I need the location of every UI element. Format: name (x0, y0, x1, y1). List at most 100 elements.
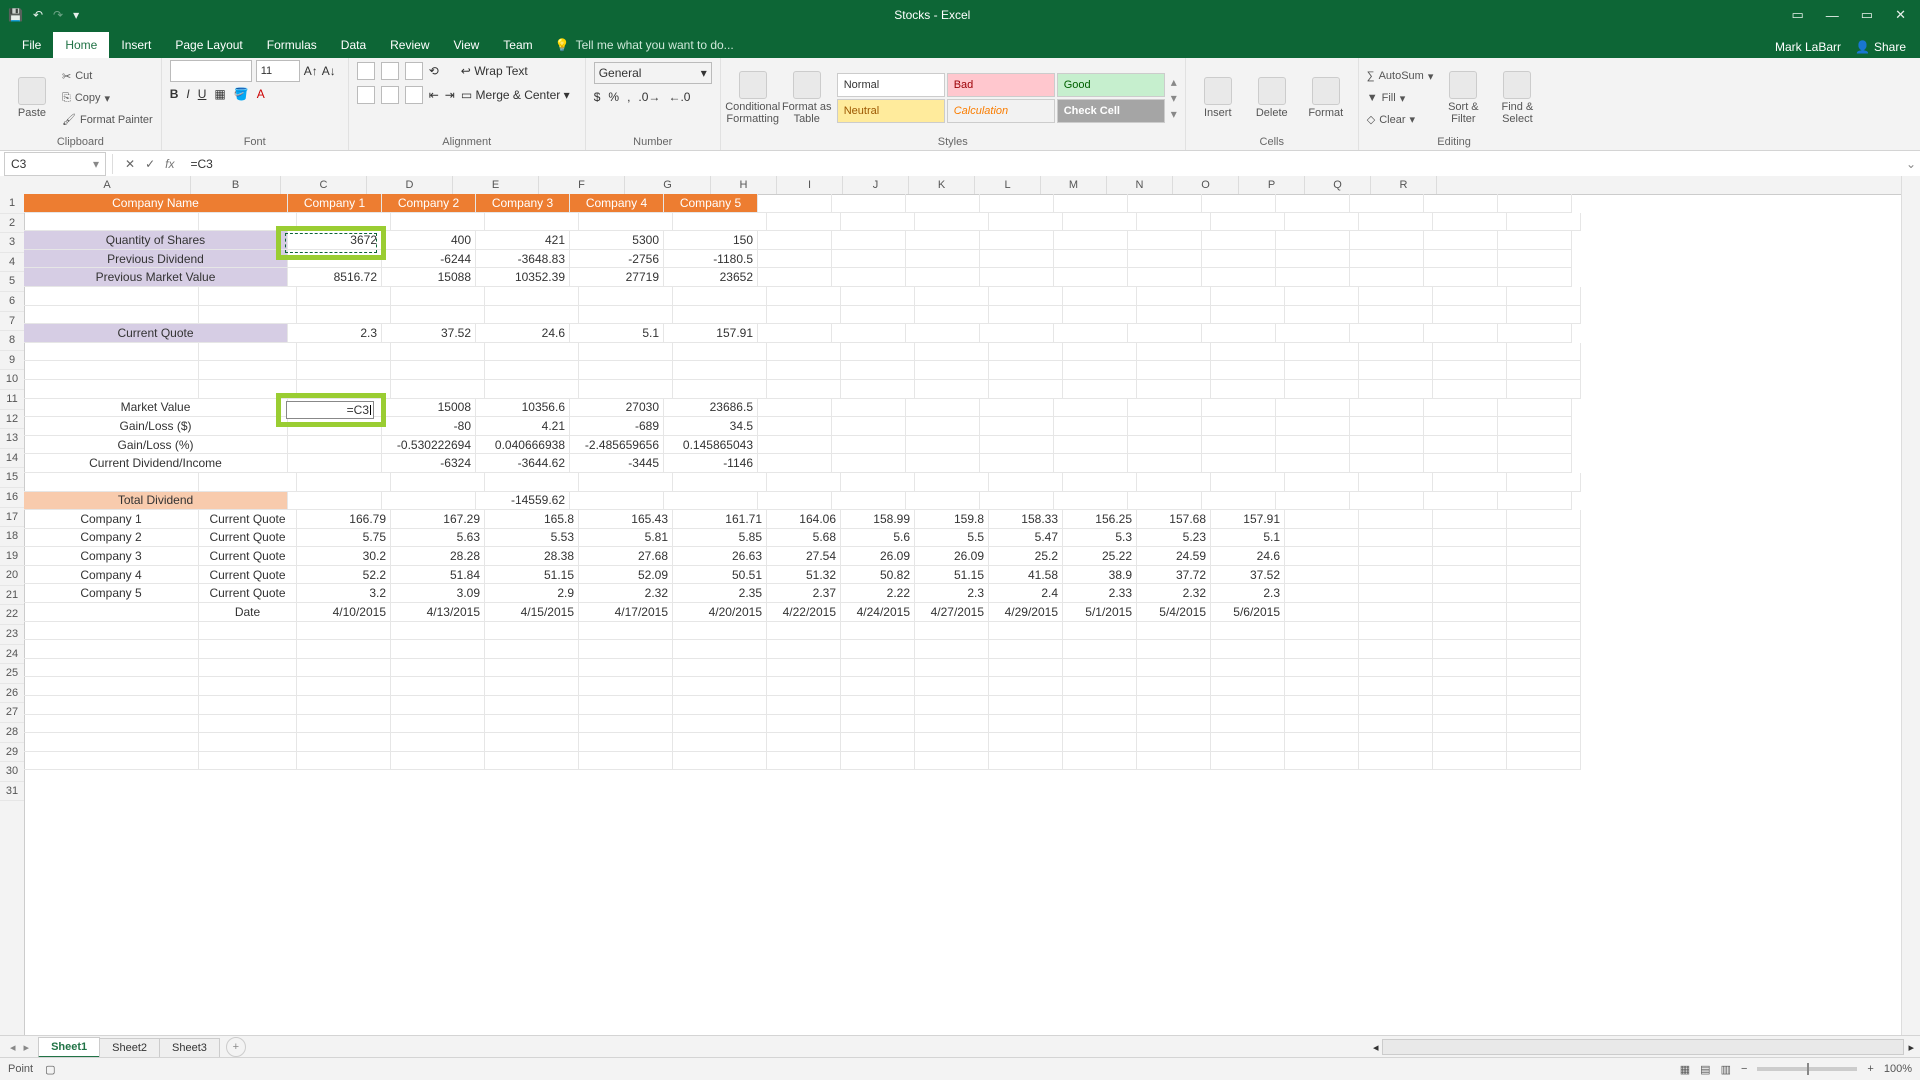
row-header-19[interactable]: 19 (0, 547, 24, 567)
cell-M9[interactable] (1137, 343, 1211, 362)
cell-A24[interactable] (24, 622, 199, 641)
cell-G29[interactable] (673, 715, 767, 734)
cell-C5[interactable]: 8516.72 (288, 268, 382, 287)
cell-I13[interactable] (832, 417, 906, 436)
cell-F2[interactable] (579, 213, 673, 232)
sort-filter-button[interactable]: Sort & Filter (1439, 71, 1487, 125)
column-headers[interactable]: ABCDEFGHIJKLMNOPQR (24, 176, 1902, 195)
formula-input[interactable]: =C3 (186, 157, 1902, 171)
cell-E28[interactable] (485, 696, 579, 715)
column-header-H[interactable]: H (711, 176, 777, 194)
cell-G11[interactable] (673, 380, 767, 399)
cell-P29[interactable] (1359, 715, 1433, 734)
cell-K13[interactable] (980, 417, 1054, 436)
zoom-in-icon[interactable]: + (1867, 1063, 1873, 1075)
cell-P30[interactable] (1359, 733, 1433, 752)
cell-I3[interactable] (832, 231, 906, 250)
cell-N26[interactable] (1211, 659, 1285, 678)
cell-O16[interactable] (1285, 473, 1359, 492)
cell-F30[interactable] (579, 733, 673, 752)
cell-R6[interactable] (1507, 287, 1581, 306)
cell-K27[interactable] (989, 677, 1063, 696)
active-edit-cell[interactable]: =C3 (286, 401, 374, 419)
cell-A23[interactable] (24, 603, 199, 622)
cell-F7[interactable] (579, 306, 673, 325)
row-header-10[interactable]: 10 (0, 370, 24, 390)
cell-F26[interactable] (579, 659, 673, 678)
cell-J24[interactable] (915, 622, 989, 641)
ribbon-options-icon[interactable]: ▭ (1792, 7, 1804, 23)
format-as-table-button[interactable]: Format as Table (783, 71, 831, 125)
cell-K25[interactable] (989, 640, 1063, 659)
cell-H27[interactable] (767, 677, 841, 696)
align-top-icon[interactable] (357, 62, 375, 80)
cell-M18[interactable]: 157.68 (1137, 510, 1211, 529)
cell-J25[interactable] (915, 640, 989, 659)
fill-color-button[interactable]: 🪣 (234, 87, 249, 106)
row-header-2[interactable]: 2 (0, 214, 24, 234)
cell-E20[interactable]: 28.38 (485, 547, 579, 566)
cell-I26[interactable] (841, 659, 915, 678)
cell-R5[interactable] (1498, 268, 1572, 287)
cell-H6[interactable] (767, 287, 841, 306)
cell-K14[interactable] (980, 436, 1054, 455)
cell-I2[interactable] (841, 213, 915, 232)
row-header-27[interactable]: 27 (0, 703, 24, 723)
cell-L19[interactable]: 5.3 (1063, 529, 1137, 548)
qat-more-icon[interactable]: ▾ (73, 8, 79, 22)
align-middle-icon[interactable] (381, 62, 399, 80)
select-all-corner[interactable] (0, 176, 25, 195)
cell-F31[interactable] (579, 752, 673, 771)
cell-K9[interactable] (989, 343, 1063, 362)
row-header-14[interactable]: 14 (0, 449, 24, 469)
cell-J8[interactable] (906, 324, 980, 343)
cell-M15[interactable] (1128, 454, 1202, 473)
cell-J20[interactable]: 26.09 (915, 547, 989, 566)
cell-J5[interactable] (906, 268, 980, 287)
column-header-L[interactable]: L (975, 176, 1041, 194)
cell-M31[interactable] (1137, 752, 1211, 771)
cell-N22[interactable]: 2.3 (1211, 584, 1285, 603)
row-header-11[interactable]: 11 (0, 390, 24, 410)
cell-H23[interactable]: 4/22/2015 (767, 603, 841, 622)
cell-H14[interactable] (758, 436, 832, 455)
cell-A1[interactable]: Company Name (24, 194, 288, 213)
cell-C22[interactable]: 3.2 (297, 584, 391, 603)
cell-O15[interactable] (1276, 454, 1350, 473)
cell-Q14[interactable] (1424, 436, 1498, 455)
cell-I19[interactable]: 5.6 (841, 529, 915, 548)
cell-G16[interactable] (673, 473, 767, 492)
cell-O12[interactable] (1276, 399, 1350, 418)
cell-G1[interactable]: Company 5 (664, 194, 758, 213)
cell-H8[interactable] (758, 324, 832, 343)
cell-A16[interactable] (24, 473, 199, 492)
cell-E2[interactable] (485, 213, 579, 232)
cell-D16[interactable] (391, 473, 485, 492)
row-header-15[interactable]: 15 (0, 468, 24, 488)
font-size-dropdown[interactable]: 11 (256, 60, 300, 82)
cell-H24[interactable] (767, 622, 841, 641)
row-header-16[interactable]: 16 (0, 488, 24, 508)
cell-Q3[interactable] (1424, 231, 1498, 250)
cell-P22[interactable] (1359, 584, 1433, 603)
cell-L6[interactable] (1063, 287, 1137, 306)
row-headers[interactable]: 1234567891011121314151617181920212223242… (0, 194, 25, 1052)
cell-J9[interactable] (915, 343, 989, 362)
format-painter-button[interactable]: 🖌Format Painter (62, 110, 153, 129)
cell-F23[interactable]: 4/17/2015 (579, 603, 673, 622)
cell-I27[interactable] (841, 677, 915, 696)
row-header-12[interactable]: 12 (0, 410, 24, 430)
styles-scroll-up-icon[interactable]: ▴ (1171, 75, 1177, 89)
cell-O28[interactable] (1285, 696, 1359, 715)
zoom-slider[interactable] (1757, 1067, 1857, 1071)
cell-D28[interactable] (391, 696, 485, 715)
cell-P6[interactable] (1359, 287, 1433, 306)
cell-D11[interactable] (391, 380, 485, 399)
cell-Q5[interactable] (1424, 268, 1498, 287)
cell-N2[interactable] (1211, 213, 1285, 232)
cell-C2[interactable] (297, 213, 391, 232)
cell-I31[interactable] (841, 752, 915, 771)
cell-G7[interactable] (673, 306, 767, 325)
cell-L27[interactable] (1063, 677, 1137, 696)
cell-R11[interactable] (1507, 380, 1581, 399)
